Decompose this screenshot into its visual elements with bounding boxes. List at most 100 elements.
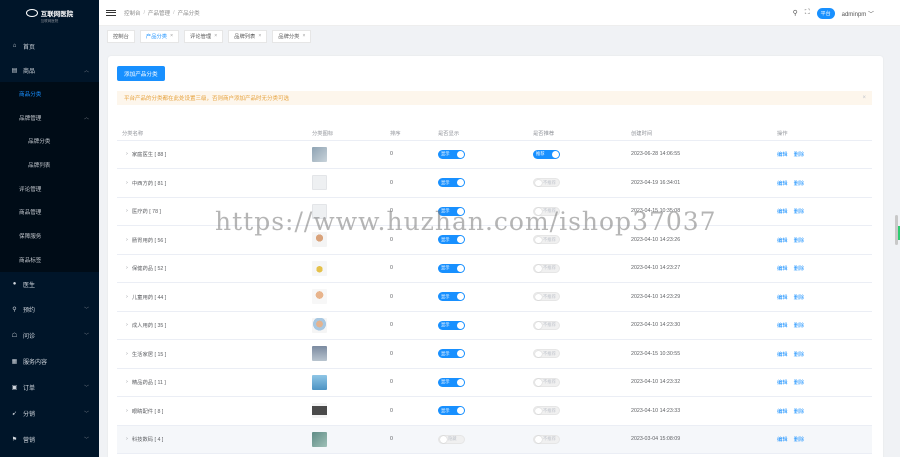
delete-link[interactable]: 删除: [794, 152, 805, 158]
show-toggle[interactable]: 显示: [438, 178, 465, 188]
breadcrumb-item[interactable]: 产品管理: [148, 9, 170, 17]
fullscreen-icon[interactable]: ⛶: [805, 9, 810, 17]
edit-link[interactable]: 编辑: [777, 181, 788, 187]
chevron-right-icon[interactable]: ›: [126, 265, 128, 271]
recommend-toggle[interactable]: 不推荐: [533, 292, 560, 302]
chevron-right-icon[interactable]: ›: [126, 408, 128, 414]
category-thumbnail: [312, 431, 327, 447]
sidebar-item-brand-list[interactable]: 品牌列表: [0, 153, 99, 177]
delete-link[interactable]: 删除: [794, 380, 805, 386]
edit-link[interactable]: 编辑: [777, 352, 788, 358]
close-icon[interactable]: ×: [170, 33, 173, 39]
show-toggle[interactable]: 显示: [438, 206, 465, 216]
recommend-toggle[interactable]: 不推荐: [533, 206, 560, 216]
sidebar-item-doctor[interactable]: ● 医生: [0, 272, 99, 297]
table-row: › 成人用药 [ 35 ] 0 显示 不推荐 2023-04-10 14:23:30 编辑删…: [117, 311, 872, 340]
recommend-toggle[interactable]: 不推荐: [533, 320, 560, 330]
delete-link[interactable]: 删除: [794, 209, 805, 215]
show-toggle[interactable]: 显示: [438, 263, 465, 273]
edit-link[interactable]: 编辑: [777, 323, 788, 329]
tab-dashboard[interactable]: 控制台: [107, 29, 135, 43]
breadcrumb-item[interactable]: 控制台: [124, 9, 141, 17]
sidebar-item-guarantee[interactable]: 保障服务: [0, 224, 99, 248]
recommend-toggle[interactable]: 不推荐: [533, 263, 560, 273]
sidebar-item-consult[interactable]: ☖ 问诊 ﹀: [0, 323, 99, 349]
recommend-toggle[interactable]: 不推荐: [533, 377, 560, 387]
chevron-right-icon[interactable]: ›: [126, 151, 128, 157]
sidebar-item-service[interactable]: ▦ 服务内容: [0, 349, 99, 375]
delete-link[interactable]: 删除: [794, 181, 805, 187]
edit-link[interactable]: 编辑: [777, 209, 788, 215]
recommend-toggle[interactable]: 不推荐: [533, 349, 560, 359]
sidebar-item-label: 品牌列表: [28, 162, 51, 169]
edit-link[interactable]: 编辑: [777, 266, 788, 272]
sidebar-item-reviews[interactable]: 评论管理: [0, 177, 99, 201]
icon-cell: [312, 282, 390, 312]
edit-link[interactable]: 编辑: [777, 380, 788, 386]
admin-user-menu[interactable]: adminpm ﹀: [842, 9, 874, 18]
recommend-toggle[interactable]: 不推荐: [533, 434, 560, 444]
chevron-right-icon[interactable]: ›: [126, 180, 128, 186]
sidebar-item-home[interactable]: ⌂ 首页: [0, 34, 99, 58]
recommend-toggle[interactable]: 不推荐: [533, 178, 560, 188]
sidebar-item-product-manage[interactable]: 商品管理: [0, 200, 99, 224]
admin-name: adminpm: [841, 11, 867, 18]
close-icon[interactable]: ×: [862, 95, 866, 101]
sidebar-item-marketing[interactable]: ⚑ 营销 ﹀: [0, 427, 99, 453]
category-thumbnail: [312, 175, 327, 191]
edit-link[interactable]: 编辑: [777, 238, 788, 244]
show-toggle[interactable]: 显示: [438, 292, 465, 302]
close-icon[interactable]: ×: [302, 33, 305, 39]
sidebar-item-appointment[interactable]: ⚲ 预约 ﹀: [0, 297, 99, 323]
chevron-right-icon[interactable]: ›: [126, 379, 128, 385]
tab-reviews[interactable]: 评论管理 ×: [184, 29, 224, 43]
delete-link[interactable]: 删除: [794, 238, 805, 244]
icon-cell: [312, 368, 390, 397]
delete-link[interactable]: 删除: [794, 352, 805, 358]
delete-link[interactable]: 删除: [794, 409, 805, 415]
show-toggle[interactable]: 显示: [438, 235, 465, 245]
edit-link[interactable]: 编辑: [777, 409, 788, 415]
menu-toggle-icon[interactable]: [106, 9, 116, 16]
recommend-toggle[interactable]: 不推荐: [533, 235, 560, 245]
recommend-toggle[interactable]: 推荐: [533, 149, 560, 159]
show-toggle[interactable]: 显示: [438, 149, 465, 159]
chevron-right-icon[interactable]: ›: [126, 322, 128, 328]
sidebar-item-product-tags[interactable]: 商品标签: [0, 248, 99, 272]
chevron-right-icon[interactable]: ›: [126, 237, 128, 243]
sidebar-item-product-category[interactable]: 商品分类: [0, 82, 99, 106]
name-cell: › 生活家居 [ 15 ]: [117, 339, 312, 369]
sidebar-item-goods[interactable]: ▤ 商品 ︿: [0, 58, 99, 82]
edit-link[interactable]: 编辑: [777, 152, 788, 158]
tab-brand-category[interactable]: 品牌分类 ×: [272, 29, 312, 43]
sidebar-item-distribution[interactable]: ➹ 分销 ﹀: [0, 401, 99, 427]
show-toggle[interactable]: 隐藏: [438, 434, 465, 444]
close-icon[interactable]: ×: [214, 33, 217, 39]
delete-link[interactable]: 删除: [794, 323, 805, 329]
tab-brand-list[interactable]: 品牌列表 ×: [228, 29, 268, 43]
add-category-button[interactable]: 添加产品分类: [117, 66, 165, 81]
delete-link[interactable]: 删除: [794, 437, 805, 443]
show-toggle[interactable]: 显示: [438, 349, 465, 359]
chevron-right-icon[interactable]: ›: [126, 436, 128, 442]
show-toggle[interactable]: 显示: [438, 320, 465, 330]
sidebar-item-brand-category[interactable]: 品牌分类: [0, 129, 99, 153]
chevron-right-icon[interactable]: ›: [126, 294, 128, 300]
show-toggle[interactable]: 显示: [438, 406, 465, 416]
edit-link[interactable]: 编辑: [777, 295, 788, 301]
app-logo[interactable]: 互联网医院 互联网医院: [0, 0, 99, 32]
delete-link[interactable]: 删除: [794, 295, 805, 301]
chevron-right-icon[interactable]: ›: [126, 351, 128, 357]
chevron-right-icon[interactable]: ›: [126, 208, 128, 214]
close-icon[interactable]: ×: [258, 33, 261, 39]
recommend-toggle[interactable]: 不推荐: [533, 406, 560, 416]
delete-link[interactable]: 删除: [794, 266, 805, 272]
search-icon[interactable]: ⚲: [793, 9, 798, 17]
sidebar-item-order[interactable]: ▣ 订单 ﹀: [0, 375, 99, 401]
edit-link[interactable]: 编辑: [777, 437, 788, 443]
tab-product-category[interactable]: 产品分类 ×: [139, 29, 180, 43]
sidebar-item-label: 预约: [23, 308, 36, 314]
recommend-cell: 不推荐: [533, 168, 631, 198]
show-toggle[interactable]: 显示: [438, 377, 465, 387]
sidebar-item-brand-manage[interactable]: 品牌管理 ︿: [0, 106, 99, 130]
